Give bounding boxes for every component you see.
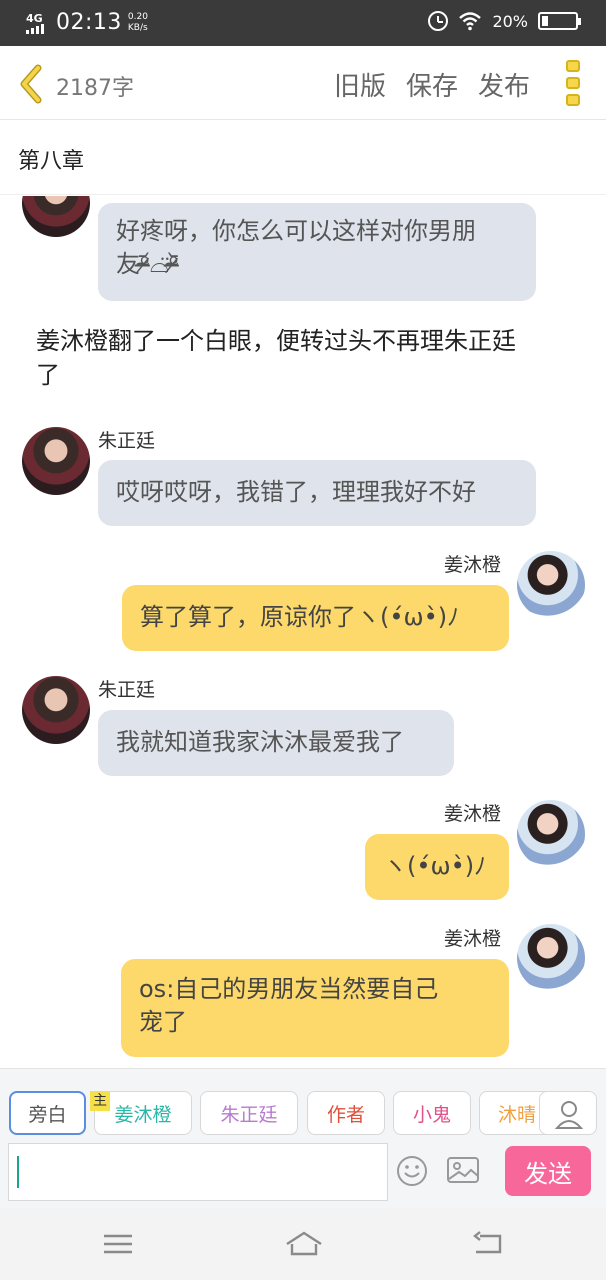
role-zhu[interactable]: 朱正廷: [200, 1091, 298, 1135]
system-nav-bar: [0, 1208, 606, 1280]
role-narrator[interactable]: 旁白: [9, 1091, 86, 1135]
user-icon: [554, 1101, 584, 1129]
speaker-name: 朱正廷: [98, 430, 156, 452]
message-text-line: 好疼呀，你怎么可以这样对你男朋: [116, 217, 476, 245]
message-text-line: 宠了: [139, 1008, 187, 1036]
back-icon[interactable]: [470, 1230, 506, 1258]
message-input[interactable]: [8, 1143, 388, 1201]
message-text: 我就知道我家沐沐最爱我了: [116, 728, 404, 756]
role-author[interactable]: 作者: [307, 1091, 385, 1135]
editor-toolbar: 2187字 旧版 保存 发布: [0, 46, 606, 120]
avatar-jiang[interactable]: [517, 551, 585, 619]
chapter-title-field[interactable]: 第八章: [0, 121, 606, 195]
publish-button[interactable]: 发布: [478, 66, 530, 103]
alarm-icon: [428, 11, 449, 31]
speaker-name: 姜沐橙: [444, 928, 502, 950]
back-chevron-icon[interactable]: [16, 64, 46, 104]
clock: 02:13: [56, 10, 122, 35]
more-menu-icon[interactable]: [566, 60, 580, 106]
message-bubble[interactable]: 哎呀哎呀，我错了，理理我好不好: [98, 460, 536, 526]
narration-text-line: 了: [36, 361, 60, 389]
role-selector-panel: 旁白 姜沐橙 主 朱正廷 作者 小鬼 沐晴 发送: [0, 1068, 606, 1208]
narration-text-line: 姜沐橙翻了一个白眼，便转过头不再理朱正廷: [36, 327, 516, 355]
text-caret: [17, 1156, 19, 1188]
network-speed: 0.20 KB/s: [128, 12, 148, 34]
speaker-name: 姜沐橙: [444, 803, 502, 825]
message-bubble[interactable]: 我就知道我家沐沐最爱我了: [98, 710, 454, 776]
send-button[interactable]: 发送: [505, 1146, 591, 1196]
battery-percent: 20%: [492, 11, 528, 31]
role-label: 旁白: [28, 1103, 67, 1126]
speed-unit: KB/s: [127, 22, 148, 33]
message-text: 算了算了，原谅你了ヽ(•́ω•̀)ﾉ: [140, 603, 460, 631]
avatar-zhu[interactable]: [22, 427, 90, 495]
avatar-zhu[interactable]: [22, 196, 90, 237]
host-badge: 主: [90, 1091, 110, 1111]
message-bubble[interactable]: os:自己的男朋友当然要自己 宠了: [121, 959, 509, 1057]
home-icon[interactable]: [284, 1230, 324, 1258]
role-label: 小鬼: [412, 1103, 451, 1126]
role-label: 朱正廷: [220, 1103, 278, 1126]
signal-icon: 4G: [26, 12, 52, 34]
speaker-name: 朱正廷: [98, 679, 156, 701]
image-icon[interactable]: [446, 1155, 480, 1185]
message-bubble[interactable]: 好疼呀，你怎么可以这样对你男朋 友ᵒ̴̶̷᷄⌓̈ᵒ̴̶̷᷅: [98, 203, 536, 301]
avatar-jiang[interactable]: [517, 800, 585, 868]
save-button[interactable]: 保存: [406, 66, 458, 103]
role-label: 姜沐橙: [114, 1103, 172, 1126]
narration-paragraph[interactable]: 姜沐橙翻了一个白眼，便转过头不再理朱正廷 了: [36, 324, 581, 392]
message-text-line: os:自己的男朋友当然要自己: [139, 975, 439, 1003]
avatar-jiang[interactable]: [517, 924, 585, 992]
chat-content[interactable]: 好疼呀，你怎么可以这样对你男朋 友ᵒ̴̶̷᷄⌓̈ᵒ̴̶̷᷅ 姜沐橙翻了一个白眼，…: [0, 196, 606, 1068]
status-bar: 4G 02:13 0.20 KB/s 20%: [0, 0, 606, 46]
battery-icon: [538, 12, 581, 30]
message-bubble[interactable]: 算了算了，原谅你了ヽ(•́ω•̀)ﾉ: [122, 585, 509, 651]
message-text: 哎呀哎呀，我错了，理理我好不好: [116, 478, 476, 506]
battery-level-fill: [542, 16, 548, 26]
chapter-title: 第八章: [18, 149, 85, 174]
add-role-button[interactable]: [539, 1091, 597, 1135]
message-text-line: 友ᵒ̴̶̷᷄⌓̈ᵒ̴̶̷᷅: [116, 250, 179, 278]
message-bubble[interactable]: ヽ(•́ω•̀)ﾉ: [365, 834, 509, 900]
wifi-icon: [459, 12, 482, 31]
word-count: 2187字: [56, 76, 134, 101]
menu-icon[interactable]: [100, 1230, 136, 1258]
message-text: ヽ(•́ω•̀)ﾉ: [383, 852, 487, 880]
old-version-button[interactable]: 旧版: [334, 66, 386, 103]
send-label: 发送: [524, 1159, 572, 1188]
speed-value: 0.20: [127, 11, 148, 22]
speaker-name: 姜沐橙: [444, 554, 502, 576]
role-label: 沐晴: [498, 1103, 537, 1126]
role-ghost[interactable]: 小鬼: [393, 1091, 471, 1135]
emoji-icon[interactable]: [396, 1155, 428, 1187]
avatar-zhu[interactable]: [22, 676, 90, 744]
role-label: 作者: [326, 1103, 365, 1126]
